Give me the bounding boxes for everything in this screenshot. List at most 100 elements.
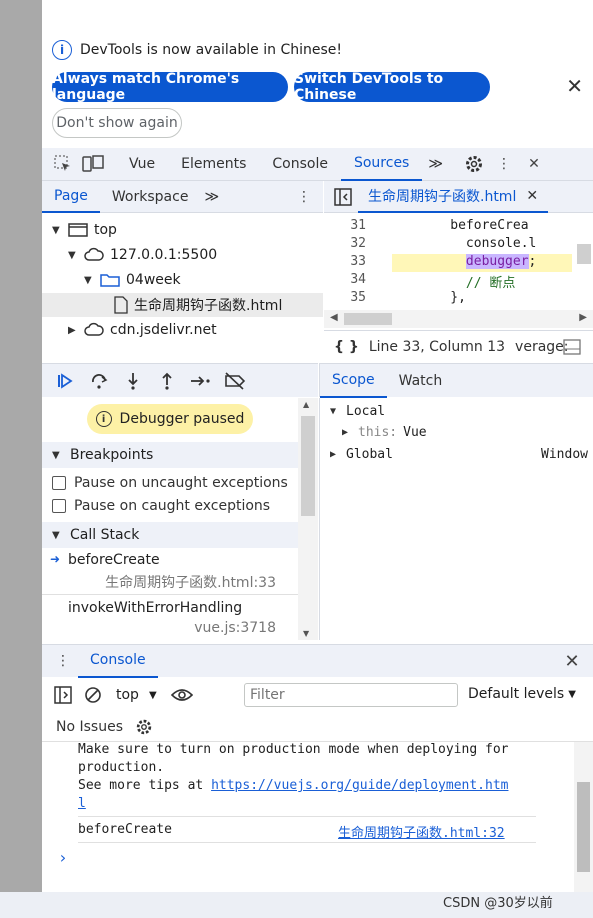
navigator-menu-icon[interactable]: ⋮	[289, 182, 319, 212]
deployment-link-cont[interactable]: l	[78, 796, 86, 811]
drawer-menu-icon[interactable]: ⋮	[48, 646, 78, 676]
issues-bar: No Issues	[42, 712, 593, 742]
tab-vue[interactable]: Vue	[116, 148, 168, 181]
close-icon[interactable]: ✕	[566, 74, 583, 98]
checkbox[interactable]	[52, 499, 66, 513]
more-options-icon[interactable]: ⋮	[489, 149, 519, 179]
scope-global-label: Global	[346, 446, 393, 462]
dont-show-again-button[interactable]: Don't show again	[52, 108, 182, 138]
tree-item-top[interactable]: ▼ top	[52, 218, 117, 242]
close-drawer-icon[interactable]: ✕	[557, 646, 587, 676]
cursor-position: Line 33, Column 13	[368, 338, 506, 355]
expanded-triangle-icon: ▼	[52, 224, 60, 236]
scope-panel: ▼ Local ▶ this: Vue ▶ Global Window	[319, 398, 593, 640]
tab-page[interactable]: Page	[42, 181, 100, 213]
tab-drawer-console[interactable]: Console	[78, 645, 158, 678]
close-tab-icon[interactable]: ✕	[526, 188, 538, 204]
current-frame-arrow-icon: ➜	[50, 552, 61, 566]
tree-item-file[interactable]: 生命周期钩子函数.html	[42, 293, 323, 317]
no-issues-label[interactable]: No Issues	[56, 719, 123, 735]
device-toolbar-icon[interactable]	[78, 149, 108, 179]
main-tab-bar: Vue Elements Console Sources ≫ ⋮ ✕	[42, 148, 593, 181]
tab-console[interactable]: Console	[259, 148, 341, 181]
toggle-navigator-icon[interactable]	[328, 182, 358, 212]
infobar-message: i DevTools is now available in Chinese!	[52, 40, 342, 60]
window-left-gutter	[0, 0, 42, 918]
coverage-label: verage:	[515, 338, 569, 355]
tab-sources[interactable]: Sources	[340, 148, 423, 181]
navigator-more-icon[interactable]: ≫	[200, 181, 223, 213]
clear-console-icon[interactable]	[78, 680, 108, 710]
settings-gear-icon[interactable]	[459, 149, 489, 179]
watermark: CSDN @30岁以前	[443, 896, 553, 911]
divider	[78, 842, 536, 843]
tab-workspace[interactable]: Workspace	[100, 181, 201, 213]
scroll-thumb[interactable]	[577, 782, 590, 872]
console-message-line: See more tips at https://vuejs.org/guide…	[78, 778, 509, 793]
console-settings-gear-icon[interactable]	[135, 718, 153, 736]
code-editor[interactable]: 31 beforeCrea 32 console.l 33 debugger; …	[324, 214, 593, 310]
hscroll-thumb[interactable]	[344, 313, 392, 325]
tree-item-host[interactable]: ▼ 127.0.0.1:5500	[68, 243, 217, 267]
pause-caught-checkbox[interactable]: Pause on caught exceptions	[52, 495, 270, 517]
drawer-tab-bar: ⋮ Console ✕	[42, 644, 593, 678]
deactivate-breakpoints-icon[interactable]	[222, 368, 248, 394]
log-levels-dropdown[interactable]: Default levels ▼	[468, 686, 576, 702]
console-sidebar-icon[interactable]	[48, 680, 78, 710]
inspect-element-icon[interactable]	[48, 149, 78, 179]
resume-icon[interactable]	[52, 368, 78, 394]
scope-local[interactable]: ▼ Local	[330, 401, 385, 421]
pause-uncaught-label: Pause on uncaught exceptions	[74, 475, 288, 491]
editor-horizontal-scrollbar[interactable]: ◀ ▶	[324, 310, 593, 328]
debugger-paused-badge: i Debugger paused	[87, 404, 253, 434]
switch-to-chinese-button[interactable]: Switch DevTools to Chinese	[294, 71, 490, 103]
more-tabs-icon[interactable]: ≫	[422, 148, 449, 181]
scroll-right-icon[interactable]: ▶	[579, 312, 587, 323]
call-frame-active[interactable]: ➜ beforeCreate 生命周期钩子函数.html:33	[42, 550, 298, 594]
tab-elements[interactable]: Elements	[168, 148, 259, 181]
debugger-sidebar-scrollbar[interactable]: ▲ ▼	[298, 398, 318, 640]
step-into-icon[interactable]	[120, 368, 146, 394]
scroll-down-icon[interactable]: ▼	[303, 629, 309, 638]
deployment-link[interactable]: https://vuejs.org/guide/deployment.htm	[211, 778, 508, 793]
tab-watch[interactable]: Watch	[387, 364, 455, 398]
breakpoints-title: Breakpoints	[70, 447, 154, 463]
scope-this-key: this:	[358, 424, 398, 440]
callstack-section-header[interactable]: ▼ Call Stack	[42, 522, 298, 548]
close-devtools-icon[interactable]: ✕	[519, 149, 549, 179]
coverage-panel-icon[interactable]	[563, 338, 581, 355]
scroll-left-icon[interactable]: ◀	[330, 312, 338, 323]
console-scrollbar[interactable]	[574, 742, 593, 892]
scope-tab-bar: Scope Watch	[319, 363, 593, 398]
tab-scope[interactable]: Scope	[320, 364, 387, 398]
console-filter-input[interactable]	[244, 683, 458, 707]
tree-item-folder[interactable]: ▼ 04week	[84, 268, 181, 292]
debugger-sidebar: i Debugger paused ▼ Breakpoints Pause on…	[42, 398, 298, 640]
context-selector[interactable]: top ▼	[116, 687, 157, 703]
console-log-source-link[interactable]: 生命周期钩子函数.html:32	[338, 822, 505, 841]
scroll-thumb[interactable]	[301, 416, 315, 516]
scope-this[interactable]: ▶ this: Vue	[342, 422, 427, 442]
pause-uncaught-checkbox[interactable]: Pause on uncaught exceptions	[52, 472, 288, 494]
checkbox[interactable]	[52, 476, 66, 490]
expanded-triangle-icon: ▼	[330, 405, 337, 417]
tree-item-cdn[interactable]: ▶ cdn.jsdelivr.net	[68, 318, 217, 342]
scope-global[interactable]: ▶ Global Window	[330, 444, 590, 464]
step-over-icon[interactable]	[86, 368, 112, 394]
step-out-icon[interactable]	[154, 368, 180, 394]
scroll-up-icon[interactable]: ▲	[303, 400, 309, 409]
scope-this-value: Vue	[403, 424, 427, 440]
editor-vscroll-thumb[interactable]	[577, 244, 591, 264]
scope-global-value: Window	[541, 446, 588, 462]
console-message-line: production.	[78, 760, 165, 775]
step-icon[interactable]	[188, 368, 214, 394]
cloud-icon	[84, 322, 104, 336]
context-label: top	[116, 687, 139, 703]
editor-file-tab[interactable]: 生命周期钩子函数.html ✕	[358, 181, 549, 213]
always-match-language-button[interactable]: Always match Chrome's language	[52, 71, 288, 103]
call-frame[interactable]: invokeWithErrorHandling vue.js:3718	[42, 598, 298, 640]
console-prompt-icon[interactable]: ›	[58, 848, 68, 867]
live-expression-eye-icon[interactable]	[167, 680, 197, 710]
pretty-print-icon[interactable]: { }	[334, 339, 359, 355]
breakpoints-section-header[interactable]: ▼ Breakpoints	[42, 442, 298, 468]
